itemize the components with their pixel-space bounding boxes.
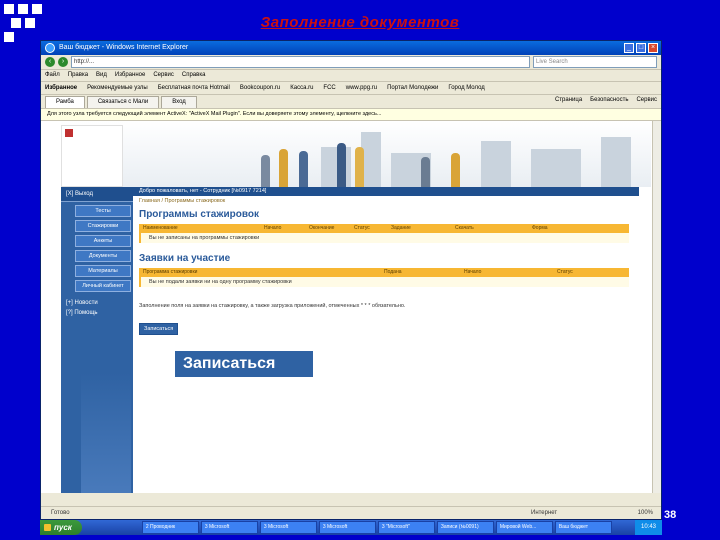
sidebar-help-link[interactable]: [?] Помощь bbox=[61, 308, 133, 318]
menu-bar: Файл Правка Вид Избранное Сервис Справка bbox=[41, 70, 661, 82]
address-row: ‹ › http://... Live Search bbox=[41, 55, 661, 70]
vertical-scrollbar[interactable] bbox=[652, 121, 661, 493]
breadcrumb[interactable]: Главная / Программы стажировок bbox=[139, 198, 225, 204]
fav-link[interactable]: Бесплатная почта Hotmail bbox=[158, 82, 230, 94]
browser-titlebar: Ваш бюджет - Windows Internet Explorer _… bbox=[41, 41, 661, 55]
favorites-bar: Избранное Рекомендуемые узлы Бесплатная … bbox=[41, 82, 661, 95]
fav-link[interactable]: Город Молод bbox=[448, 82, 484, 94]
col-header[interactable]: Задание bbox=[391, 224, 411, 233]
site-logo[interactable] bbox=[61, 125, 123, 187]
col-header[interactable]: Форма bbox=[532, 224, 548, 233]
enroll-callout: Записаться bbox=[173, 349, 315, 379]
fav-link[interactable]: www.ppg.ru bbox=[346, 82, 377, 94]
col-header[interactable]: Статус bbox=[354, 224, 370, 233]
taskbar-item[interactable]: 3 Microsoft bbox=[259, 521, 317, 534]
col-header[interactable]: Окончание bbox=[309, 224, 334, 233]
back-icon[interactable]: ‹ bbox=[45, 57, 55, 67]
start-button[interactable]: пуск bbox=[40, 520, 82, 535]
sidebar-item-materials[interactable]: Материалы bbox=[75, 265, 131, 277]
maximize-button[interactable]: □ bbox=[636, 43, 646, 53]
taskbar: пуск 2 Проводник 3 Microsoft 3 Microsoft… bbox=[40, 520, 662, 535]
fav-link[interactable]: Bookcoupon.ru bbox=[240, 82, 280, 94]
clock[interactable]: 10:43 bbox=[634, 520, 662, 535]
menu-edit[interactable]: Правка bbox=[68, 70, 88, 81]
tab-2[interactable]: Связаться с Мали bbox=[86, 96, 160, 108]
address-field[interactable]: http://... bbox=[71, 56, 530, 68]
zoom-level[interactable]: 100% bbox=[638, 507, 653, 519]
sidebar-item-documents[interactable]: Документы bbox=[75, 250, 131, 262]
fav-link[interactable]: Касса.ru bbox=[290, 82, 313, 94]
applications-table-header: Программа стажировки Подана Начало Стату… bbox=[139, 268, 629, 277]
col-header[interactable]: Программа стажировки bbox=[143, 268, 197, 277]
window-title: Ваш бюджет - Windows Internet Explorer bbox=[59, 44, 189, 51]
programs-heading: Программы стажировок bbox=[139, 209, 259, 220]
tab-1[interactable]: Рамба bbox=[45, 96, 85, 108]
menu-tools[interactable]: Сервис bbox=[153, 70, 174, 81]
page-content: [Х] Выход Тесты Стажировки Анкеты Докуме… bbox=[41, 121, 661, 493]
menu-file[interactable]: Файл bbox=[45, 70, 60, 81]
user-bar: Добро пожаловать, нет - Сотрудник [№0917… bbox=[133, 187, 639, 196]
col-header[interactable]: Подана bbox=[384, 268, 402, 277]
programs-empty-note: Вы не записаны на программы стажировки bbox=[139, 233, 629, 243]
menu-favorites[interactable]: Избранное bbox=[115, 70, 145, 81]
toolbar-page[interactable]: Страница bbox=[555, 97, 582, 103]
fav-link[interactable]: FCC bbox=[323, 82, 335, 94]
info-bar[interactable]: Для этого узла требуется следующий элеме… bbox=[41, 109, 661, 121]
sidebar-item-internships[interactable]: Стажировки bbox=[75, 220, 131, 232]
taskbar-item[interactable]: 2 Проводник bbox=[141, 521, 199, 534]
slide-title: Заполнение документов bbox=[260, 14, 460, 31]
taskbar-item[interactable]: Ваш бюджет bbox=[554, 521, 612, 534]
site-banner bbox=[61, 121, 651, 187]
sidebar-item-tests[interactable]: Тесты bbox=[75, 205, 131, 217]
applications-empty-note: Вы не подали заявки ни на одну программу… bbox=[139, 277, 629, 287]
taskbar-item[interactable]: 3 Microsoft bbox=[200, 521, 258, 534]
toolbar-tools[interactable]: Сервис bbox=[636, 97, 657, 103]
col-header[interactable]: Наименование bbox=[143, 224, 178, 233]
browser-window: Ваш бюджет - Windows Internet Explorer _… bbox=[40, 40, 662, 520]
taskbar-item[interactable]: 3 Microsoft bbox=[318, 521, 376, 534]
enroll-button[interactable]: Записаться bbox=[139, 323, 179, 335]
sidebar-news-link[interactable]: [+] Новости bbox=[61, 298, 133, 308]
tab-3[interactable]: Вход bbox=[161, 96, 197, 108]
fav-link[interactable]: Рекомендуемые узлы bbox=[87, 82, 148, 94]
applications-heading: Заявки на участие bbox=[139, 253, 231, 264]
main-panel: Программы стажировок Наименование Начало… bbox=[139, 207, 629, 335]
taskbar-item[interactable]: 3 "Microsoft" bbox=[377, 521, 435, 534]
sidebar-item-cabinet[interactable]: Личный кабинет bbox=[75, 280, 131, 292]
taskbar-item[interactable]: Записи (№0091) bbox=[436, 521, 494, 534]
programs-table-header: Наименование Начало Окончание Статус Зад… bbox=[139, 224, 629, 233]
status-text: Готово bbox=[51, 510, 70, 516]
taskbar-item[interactable]: Мировой Web... bbox=[495, 521, 553, 534]
col-header[interactable]: Скачать bbox=[455, 224, 474, 233]
col-header[interactable]: Статус bbox=[557, 268, 573, 277]
zone-text: Интернет bbox=[531, 510, 558, 516]
forward-icon[interactable]: › bbox=[58, 57, 68, 67]
fav-link[interactable]: Портал Молодежи bbox=[387, 82, 438, 94]
logout-link[interactable]: [Х] Выход bbox=[61, 187, 133, 202]
menu-help[interactable]: Справка bbox=[182, 70, 206, 81]
sidebar-decor-figure bbox=[81, 373, 131, 493]
ie-icon bbox=[45, 43, 55, 53]
favorites-button[interactable]: Избранное bbox=[45, 82, 77, 94]
col-header[interactable]: Начало bbox=[464, 268, 481, 277]
site-sidebar: [Х] Выход Тесты Стажировки Анкеты Докуме… bbox=[61, 187, 133, 493]
sidebar-item-forms[interactable]: Анкеты bbox=[75, 235, 131, 247]
requirement-note: Заполнение поля на заявки на стажировку,… bbox=[139, 303, 406, 309]
search-input[interactable]: Live Search bbox=[533, 56, 657, 68]
status-bar: Готово Интернет 100% bbox=[41, 506, 661, 519]
toolbar-safety[interactable]: Безопасность bbox=[590, 97, 628, 103]
tab-strip: Рамба Связаться с Мали Вход Страница Без… bbox=[41, 95, 661, 109]
col-header[interactable]: Начало bbox=[264, 224, 281, 233]
minimize-button[interactable]: _ bbox=[624, 43, 634, 53]
slide-page-number: 38 bbox=[664, 509, 677, 521]
close-button[interactable]: × bbox=[648, 43, 658, 53]
menu-view[interactable]: Вид bbox=[96, 70, 107, 81]
